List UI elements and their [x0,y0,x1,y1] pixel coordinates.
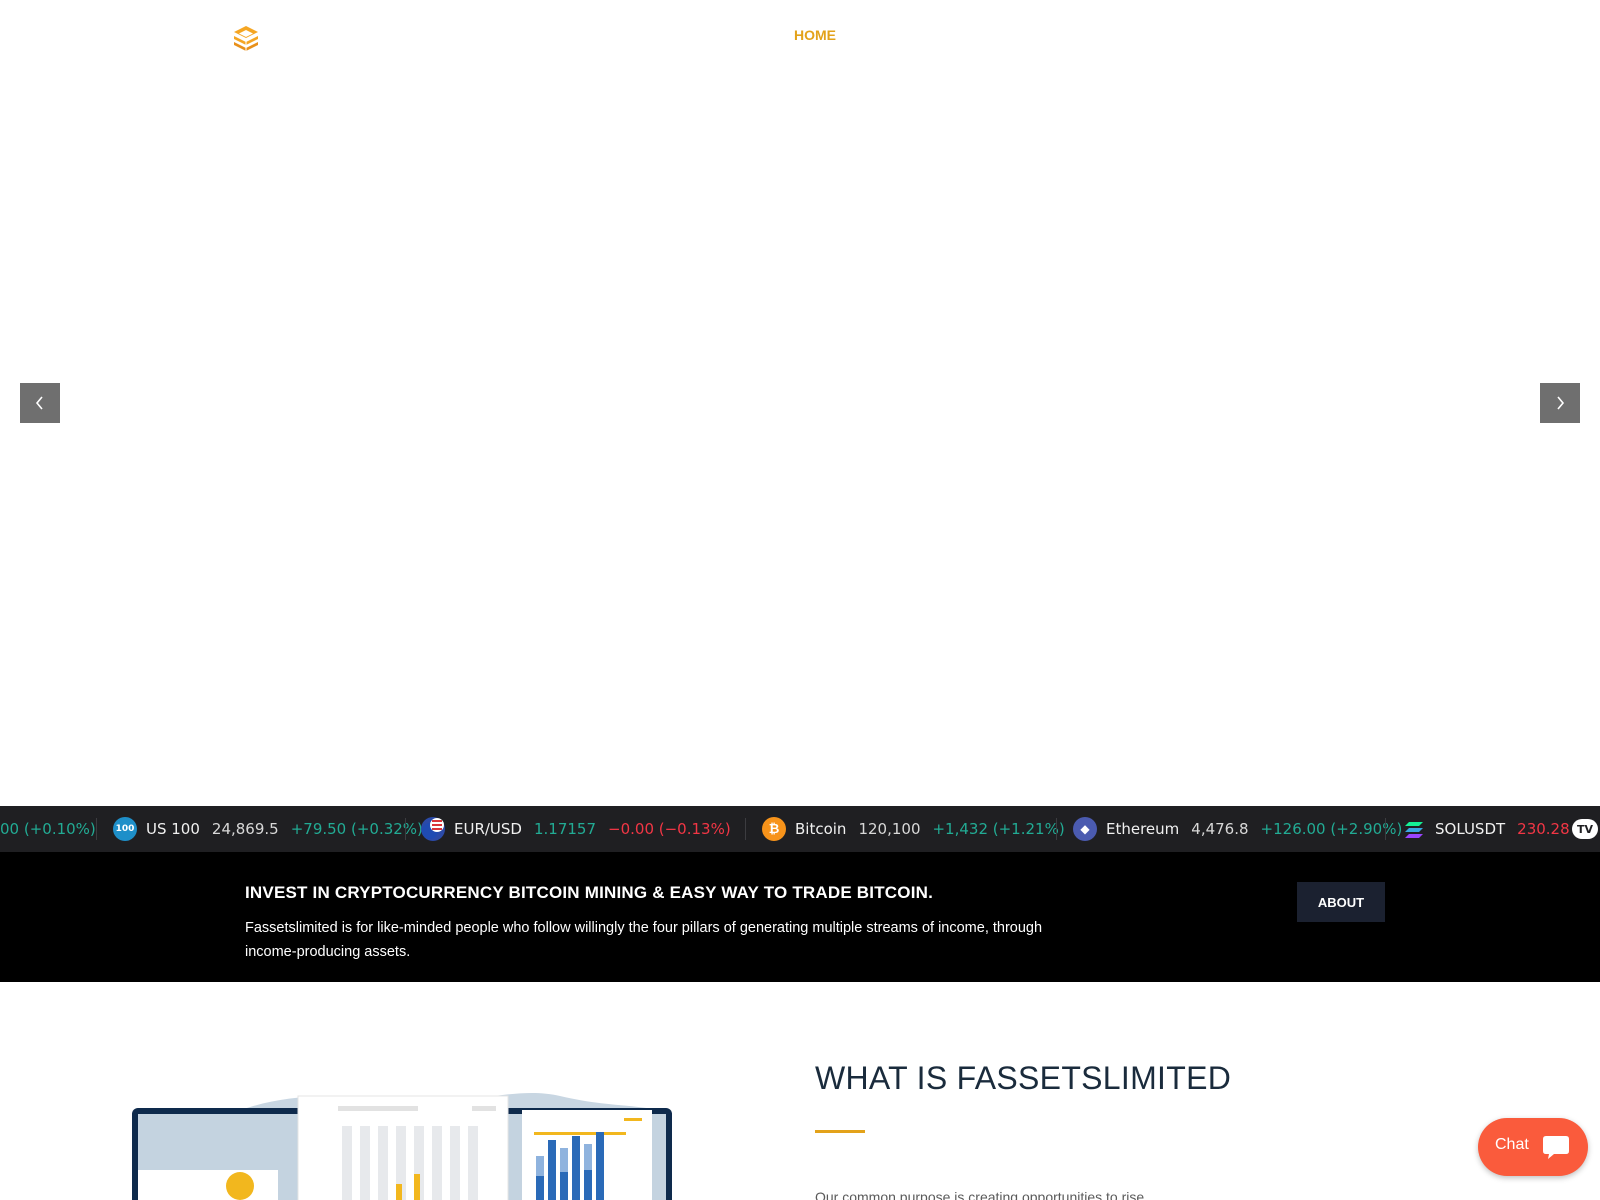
chat-label: Chat [1495,1136,1529,1153]
analytics-illustration [132,1093,672,1200]
solana-icon [1402,817,1426,841]
ticker-change: +1,432 (+1.21%) [932,820,1065,838]
about-paragraph: Our common purpose is creating opportuni… [815,1189,1145,1200]
banner-text: Fassetslimited is for like-minded people… [245,920,1043,960]
ticker-change: +126.00 (+2.90%) [1260,820,1403,838]
chat-bubble-icon [1543,1136,1569,1159]
ticker-item-bitcoin[interactable]: ₿ Bitcoin 120,100 +1,432 (+1.21%) [762,806,1065,852]
chat-button[interactable]: Chat [1478,1118,1588,1176]
market-ticker: 00 (+0.10%) 100 US 100 24,869.5 +79.50 (… [0,806,1600,852]
nav-home-link[interactable]: HOME [794,27,836,43]
ticker-divider [1056,818,1057,840]
about-heading: WHAT IS FASSETSLIMITED [815,1060,1232,1096]
ticker-name: US 100 [146,820,200,838]
ethereum-icon: ◆ [1073,817,1097,841]
slider-next-button[interactable] [1540,383,1580,423]
heading-underline [815,1130,865,1133]
ticker-divider [96,818,97,840]
ticker-divider [405,818,406,840]
chevron-left-icon [35,396,43,410]
eur-usd-flag-icon [421,817,445,841]
ticker-name: EUR/USD [454,820,522,838]
ticker-item-partial[interactable]: 00 (+0.10%) [0,806,96,852]
tradingview-logo[interactable]: TV [1572,819,1598,839]
ticker-change: 00 (+0.10%) [0,820,96,838]
ticker-name: SOLUSDT [1435,820,1506,838]
cta-banner: INVEST IN CRYPTOCURRENCY BITCOIN MINING … [0,852,1600,982]
ticker-change: −0.00 (−0.13%) [608,820,731,838]
ticker-divider [1385,818,1386,840]
us100-icon: 100 [113,817,137,841]
ticker-price: 1.17157 [533,820,597,838]
chevron-right-icon [1557,396,1565,410]
site-logo[interactable] [232,24,260,54]
ticker-item-eurusd[interactable]: EUR/USD 1.17157 −0.00 (−0.13%) [421,806,731,852]
ticker-price: 24,869.5 [211,820,279,838]
ticker-item-us100[interactable]: 100 US 100 24,869.5 +79.50 (+0.32%) [113,806,423,852]
ticker-name: Bitcoin [795,820,847,838]
ticker-change: +79.50 (+0.32%) [290,820,423,838]
ticker-divider [745,818,746,840]
ticker-item-solusdt[interactable]: SOLUSDT 230.28 [1402,806,1582,852]
slider-prev-button[interactable] [20,383,60,423]
ticker-item-ethereum[interactable]: ◆ Ethereum 4,476.8 +126.00 (+2.90%) [1073,806,1402,852]
bitcoin-icon: ₿ [762,817,786,841]
stacked-cubes-logo-icon [234,26,258,51]
hero-slider [0,70,1600,806]
ticker-price: 230.28 [1517,820,1570,838]
site-header: HOME [0,0,1600,70]
ticker-name: Ethereum [1106,820,1180,838]
ticker-price: 4,476.8 [1191,820,1249,838]
about-button[interactable]: ABOUT [1297,882,1385,922]
banner-title: INVEST IN CRYPTOCURRENCY BITCOIN MINING … [245,883,934,902]
ticker-price: 120,100 [858,820,921,838]
about-section: WHAT IS FASSETSLIMITED Our common purpos… [0,982,1600,1200]
page: HOME 00 (+0.10%) 100 US 100 24,869.5 +79… [0,0,1600,1200]
